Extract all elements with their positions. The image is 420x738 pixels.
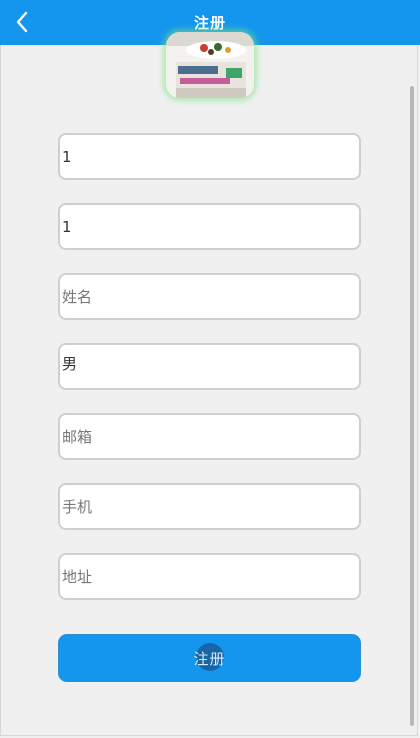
password-value: 1	[62, 217, 72, 236]
sex-input[interactable]: 男	[58, 343, 361, 390]
address-input[interactable]: 地址	[58, 553, 361, 600]
avatar-image	[166, 32, 254, 98]
page-title: 注册	[193, 14, 226, 32]
address-placeholder: 地址	[62, 568, 93, 586]
email-input[interactable]: 邮箱	[58, 413, 361, 460]
realname-input[interactable]: 姓名	[58, 273, 361, 320]
realname-placeholder: 姓名	[62, 288, 93, 306]
phone-placeholder: 手机	[62, 498, 93, 516]
register-button[interactable]: 注册	[58, 634, 361, 682]
password-input[interactable]: 1	[58, 203, 361, 250]
scrollbar[interactable]	[410, 86, 414, 726]
phone-input[interactable]: 手机	[58, 483, 361, 530]
avatar[interactable]	[166, 32, 254, 98]
username-value: 1	[62, 147, 72, 166]
email-placeholder: 邮箱	[62, 428, 93, 446]
sex-value: 男	[62, 355, 78, 373]
username-input[interactable]: 1	[58, 133, 361, 180]
register-button-label: 注册	[193, 649, 226, 668]
